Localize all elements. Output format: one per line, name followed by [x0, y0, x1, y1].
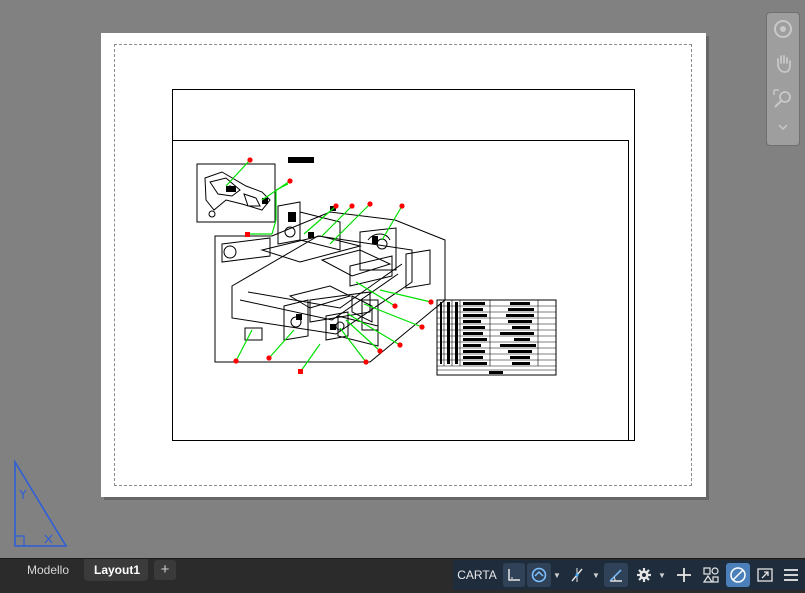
isolate-objects-icon[interactable]	[726, 563, 750, 587]
gear-icon[interactable]	[633, 563, 655, 587]
paper-space-toggle[interactable]: CARTA	[456, 563, 498, 587]
add-layout-button[interactable]: +	[154, 560, 176, 580]
drawing-content	[196, 157, 557, 376]
pan-icon[interactable]	[769, 49, 797, 77]
grid-icon[interactable]	[503, 563, 525, 587]
parts-list-table	[436, 299, 557, 376]
tab-modello[interactable]: Modello	[17, 559, 79, 581]
detail-title-block	[288, 157, 314, 163]
polar-dropdown-icon[interactable]: ▼	[591, 563, 601, 587]
snap-dropdown-icon[interactable]: ▼	[552, 563, 562, 587]
plus-icon[interactable]	[673, 563, 695, 587]
fullscreen-icon[interactable]	[753, 563, 777, 587]
zoom-extents-icon[interactable]	[769, 85, 797, 113]
ortho-icon[interactable]	[565, 563, 589, 587]
status-bar: CARTA ▼ ▼ ▼	[453, 560, 805, 590]
customize-menu-icon[interactable]	[779, 563, 803, 587]
settings-dropdown-icon[interactable]: ▼	[657, 563, 667, 587]
snap-icon[interactable]	[527, 563, 551, 587]
steeringwheel-icon[interactable]	[769, 15, 797, 43]
ucs-icon	[14, 459, 68, 547]
tab-layout1[interactable]: Layout1	[84, 559, 148, 581]
bottom-bar: Modello Layout1 + CARTA ▼ ▼ ▼	[0, 558, 805, 593]
annotation-scale-icon[interactable]	[699, 563, 723, 587]
menu-icon[interactable]	[769, 117, 797, 137]
polar-icon[interactable]	[604, 563, 628, 587]
navigation-bar	[766, 12, 800, 146]
